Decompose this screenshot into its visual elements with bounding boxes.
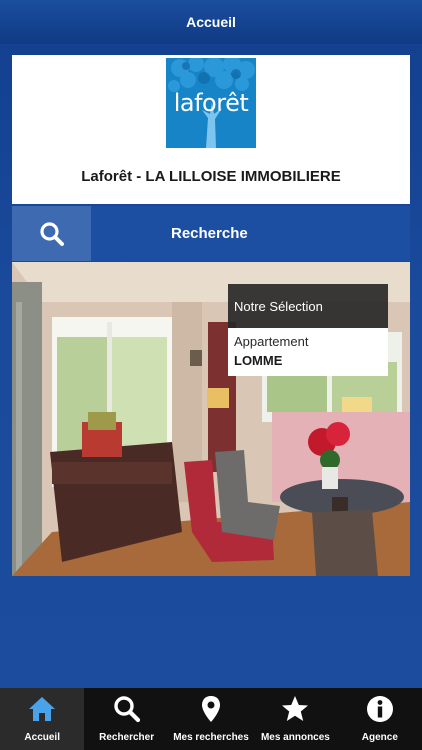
tab-label: Rechercher [99, 732, 155, 743]
info-icon [366, 696, 393, 722]
property-type: Appartement [234, 334, 309, 349]
star-icon [282, 696, 309, 721]
home-icon [29, 697, 56, 721]
tab-bar: Accueil Rechercher Mes recherches Mes an… [0, 688, 422, 750]
tab-rechercher[interactable]: Rechercher [84, 688, 168, 750]
tab-label: Mes recherches [173, 732, 249, 743]
tab-label: Agence [361, 732, 398, 743]
search-label: Recherche [171, 225, 248, 242]
laforet-logo: laforêt [166, 58, 256, 148]
search-button[interactable] [12, 206, 91, 261]
selection-label: Notre Sélection [228, 284, 388, 328]
tab-label: Accueil [24, 732, 60, 743]
featured-property[interactable]: Notre Sélection Appartement LOMME [12, 262, 410, 576]
logo-text: laforêt [173, 89, 249, 117]
agency-header: laforêt Laforêt - LA LILLOISE IMMOBILIER… [12, 55, 410, 204]
property-city: LOMME [234, 353, 283, 368]
property-info: Appartement LOMME [228, 328, 388, 376]
tab-mes-recherches[interactable]: Mes recherches [169, 688, 253, 750]
page-title: Accueil [186, 14, 236, 30]
tab-label: Mes annonces [260, 732, 330, 743]
agency-name: Laforêt - LA LILLOISE IMMOBILIERE [81, 168, 341, 185]
tab-mes-annonces[interactable]: Mes annonces [253, 688, 337, 750]
search-icon [113, 696, 140, 723]
search-bar[interactable]: Recherche [12, 206, 410, 261]
tab-agence[interactable]: Agence [338, 688, 422, 750]
map-pin-icon [202, 696, 221, 722]
search-icon [39, 221, 64, 246]
nav-bar: Accueil [0, 0, 422, 44]
tab-accueil[interactable]: Accueil [0, 688, 85, 750]
